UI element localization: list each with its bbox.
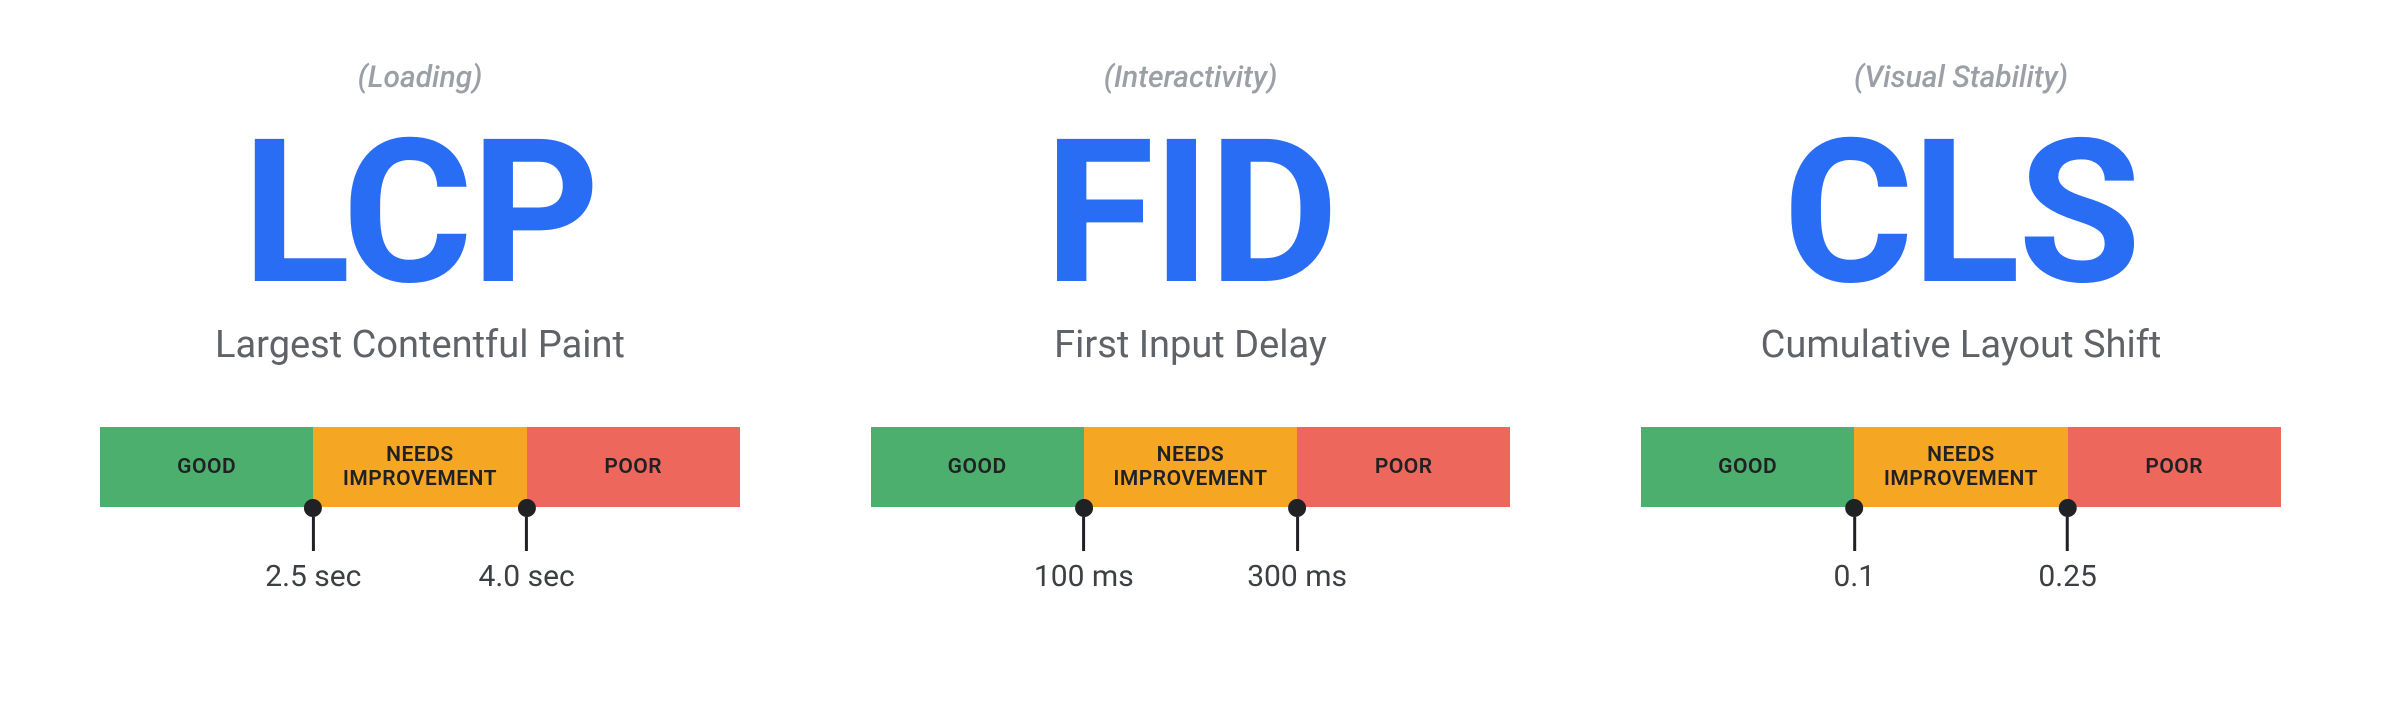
- zone-needs-line2: IMPROVEMENT: [343, 467, 497, 491]
- marker-dot-icon: [2059, 499, 2077, 517]
- marker-dot-icon: [304, 499, 322, 517]
- category-label: (Visual Stability): [1854, 60, 2068, 95]
- marker-dot-icon: [1845, 499, 1863, 517]
- zone-good: GOOD: [100, 427, 313, 507]
- zone-needs-line2: IMPROVEMENT: [1884, 467, 2038, 491]
- threshold-marker-good: 100 ms: [1034, 499, 1134, 594]
- marker-container: 2.5 sec 4.0 sec: [100, 507, 740, 597]
- zone-needs-line1: NEEDS: [1157, 443, 1225, 467]
- threshold-marker-good: 2.5 sec: [265, 499, 361, 594]
- threshold-bar: GOOD NEEDS IMPROVEMENT POOR: [100, 427, 740, 507]
- threshold-value: 2.5 sec: [265, 559, 361, 594]
- marker-container: 0.1 0.25: [1641, 507, 2281, 597]
- threshold-marker-poor: 300 ms: [1247, 499, 1347, 594]
- category-label: (Interactivity): [1104, 60, 1278, 95]
- threshold-value: 4.0 sec: [479, 559, 575, 594]
- metric-name: Cumulative Layout Shift: [1761, 323, 2162, 367]
- metric-acronym: LCP: [242, 113, 598, 313]
- threshold-bar: GOOD NEEDS IMPROVEMENT POOR: [871, 427, 1511, 507]
- zone-poor: POOR: [527, 427, 740, 507]
- marker-dot-icon: [1075, 499, 1093, 517]
- zone-good: GOOD: [871, 427, 1084, 507]
- marker-line-icon: [1082, 517, 1085, 551]
- zone-poor: POOR: [2068, 427, 2281, 507]
- zone-good: GOOD: [1641, 427, 1854, 507]
- marker-dot-icon: [518, 499, 536, 517]
- metric-card-lcp: (Loading) LCP Largest Contentful Paint G…: [100, 60, 740, 597]
- metric-name: Largest Contentful Paint: [215, 323, 625, 367]
- metric-name: First Input Delay: [1054, 323, 1327, 367]
- metric-acronym: FID: [1044, 113, 1336, 313]
- threshold-marker-poor: 4.0 sec: [479, 499, 575, 594]
- metric-acronym: CLS: [1783, 113, 2139, 313]
- threshold-marker-good: 0.1: [1833, 499, 1875, 594]
- zone-needs-line1: NEEDS: [386, 443, 454, 467]
- metric-card-fid: (Interactivity) FID First Input Delay GO…: [871, 60, 1511, 597]
- marker-line-icon: [525, 517, 528, 551]
- threshold-marker-poor: 0.25: [2038, 499, 2097, 594]
- zone-needs-improvement: NEEDS IMPROVEMENT: [313, 427, 526, 507]
- marker-line-icon: [1296, 517, 1299, 551]
- threshold-value: 0.25: [2038, 559, 2097, 594]
- zone-needs-line1: NEEDS: [1927, 443, 1995, 467]
- marker-dot-icon: [1288, 499, 1306, 517]
- zone-needs-improvement: NEEDS IMPROVEMENT: [1084, 427, 1297, 507]
- zone-poor: POOR: [1297, 427, 1510, 507]
- marker-container: 100 ms 300 ms: [871, 507, 1511, 597]
- category-label: (Loading): [358, 60, 483, 95]
- threshold-value: 100 ms: [1034, 559, 1134, 594]
- marker-line-icon: [312, 517, 315, 551]
- marker-line-icon: [1853, 517, 1856, 551]
- metric-card-cls: (Visual Stability) CLS Cumulative Layout…: [1641, 60, 2281, 597]
- threshold-bar: GOOD NEEDS IMPROVEMENT POOR: [1641, 427, 2281, 507]
- threshold-value: 0.1: [1833, 559, 1875, 594]
- marker-line-icon: [2066, 517, 2069, 551]
- threshold-value: 300 ms: [1247, 559, 1347, 594]
- zone-needs-line2: IMPROVEMENT: [1113, 467, 1267, 491]
- zone-needs-improvement: NEEDS IMPROVEMENT: [1854, 427, 2067, 507]
